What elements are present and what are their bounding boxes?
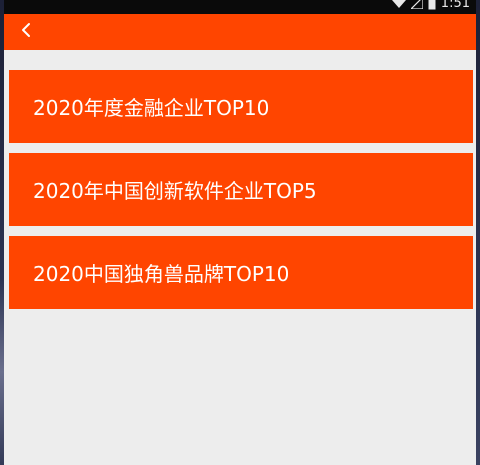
app-screen: 1:51 2020年度金融企业TOP10 2020年中国创新软件企业TOP5 2…	[4, 0, 476, 465]
status-time: 1:51	[440, 0, 470, 11]
list-item-unicorn-top10[interactable]: 2020中国独角兽品牌TOP10	[9, 236, 473, 309]
app-bar	[4, 14, 476, 50]
desktop-backdrop-right	[476, 0, 480, 465]
ranking-list: 2020年度金融企业TOP10 2020年中国创新软件企业TOP5 2020中国…	[9, 70, 473, 319]
battery-icon	[428, 0, 436, 10]
list-item-label: 2020年度金融企业TOP10	[33, 96, 270, 120]
list-item-label: 2020年中国创新软件企业TOP5	[33, 179, 317, 203]
status-icons: 1:51	[391, 0, 470, 12]
back-button[interactable]	[12, 18, 40, 46]
list-item-label: 2020中国独角兽品牌TOP10	[33, 262, 290, 286]
chevron-left-icon	[20, 22, 32, 42]
list-item-software-top5[interactable]: 2020年中国创新软件企业TOP5	[9, 153, 473, 226]
signal-icon	[410, 0, 423, 9]
wifi-icon	[391, 0, 406, 9]
list-item-finance-top10[interactable]: 2020年度金融企业TOP10	[9, 70, 473, 143]
status-bar: 1:51	[4, 0, 476, 14]
